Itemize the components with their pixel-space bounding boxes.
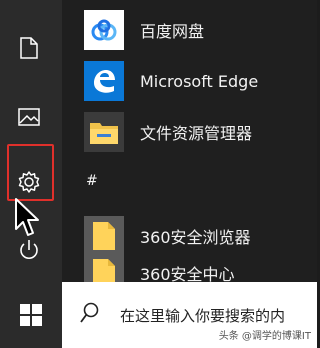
- app-label: 百度网盘: [140, 22, 205, 41]
- pictures-button[interactable]: [7, 95, 51, 139]
- start-button[interactable]: [0, 282, 62, 348]
- watermark: 头条 @调学的博课IT: [218, 331, 311, 342]
- folder-icon: [90, 123, 118, 144]
- search-icon: [80, 302, 99, 323]
- baidu-netdisk-icon: [91, 19, 117, 41]
- file-icon: [93, 222, 115, 250]
- mouse-cursor-icon: [15, 198, 39, 236]
- start-menu-rail: [0, 0, 62, 282]
- document-icon: [20, 37, 38, 59]
- app-label: 360安全浏览器: [140, 228, 251, 247]
- list-item[interactable]: 百度网盘: [84, 6, 204, 54]
- documents-button[interactable]: [7, 26, 51, 70]
- settings-highlight-box: [7, 144, 54, 201]
- app-label: 文件资源管理器: [140, 124, 253, 143]
- windows-logo-icon: [20, 304, 42, 326]
- app-tile: [84, 10, 124, 50]
- search-box[interactable]: 在这里输入你要搜索的内 头条 @调学的博课IT: [62, 282, 317, 348]
- power-icon: [20, 240, 38, 259]
- search-input[interactable]: 在这里输入你要搜索的内: [120, 305, 285, 326]
- pictures-icon: [18, 108, 40, 126]
- app-tile: [84, 112, 124, 152]
- app-label: Microsoft Edge: [140, 71, 259, 91]
- app-list: 百度网盘 Microsoft Edge 文件资源管理器 # 360安全浏览器 3…: [62, 0, 317, 293]
- section-header[interactable]: #: [86, 173, 98, 189]
- list-item[interactable]: Microsoft Edge: [84, 57, 258, 105]
- list-item[interactable]: 文件资源管理器: [84, 108, 252, 156]
- edge-icon: [94, 70, 115, 93]
- app-tile: [84, 61, 124, 101]
